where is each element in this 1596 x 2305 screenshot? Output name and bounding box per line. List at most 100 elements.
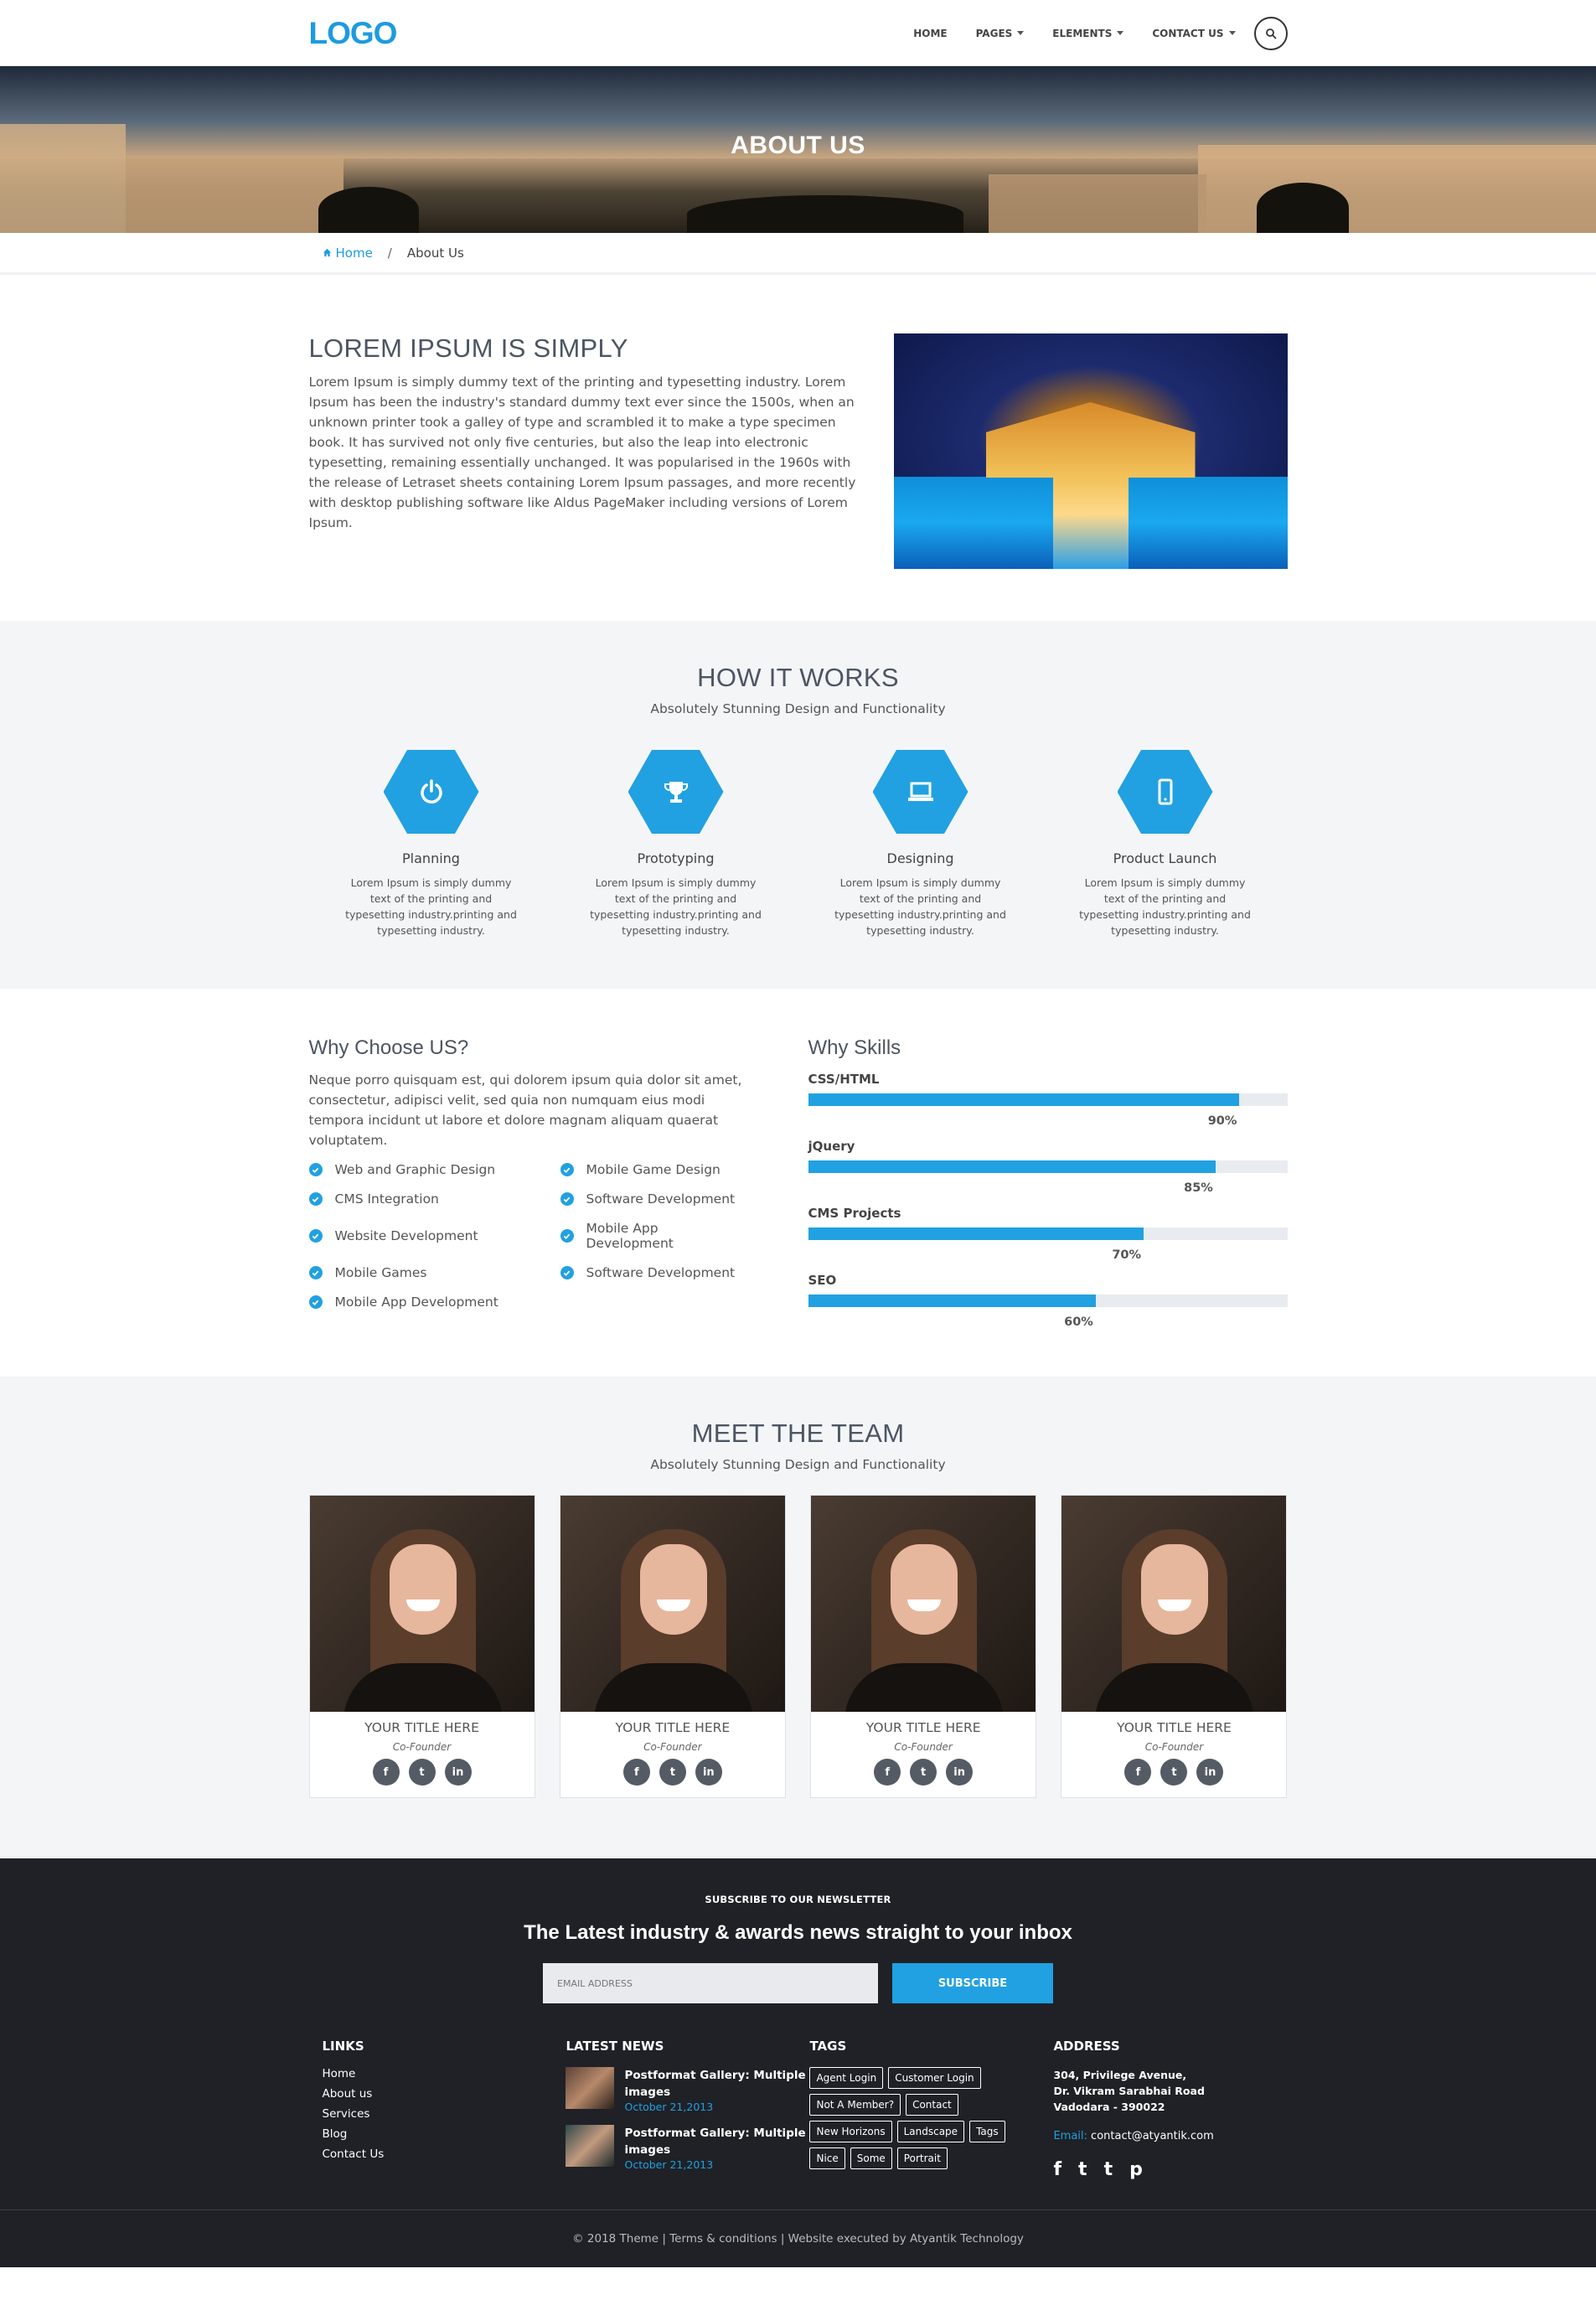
subscribe-button[interactable]: SUBSCRIBE xyxy=(892,1963,1053,2003)
facebook-icon[interactable]: f xyxy=(874,1759,901,1786)
address-block: 304, Privilege Avenue, Dr. Vikram Sarabh… xyxy=(1053,2067,1287,2115)
tag-button[interactable]: New Horizons xyxy=(809,2121,892,2142)
hero-palm xyxy=(318,187,419,233)
tag-button[interactable]: Customer Login xyxy=(888,2067,981,2089)
skills-block: Why Skills CSS/HTML 90% jQuery 85% CMS Proje… xyxy=(808,1036,1288,1331)
footer-links-title: LINKS xyxy=(322,2039,364,2054)
skill-percent-row: 85% xyxy=(808,1181,1288,1196)
tag-button[interactable]: Not A Member? xyxy=(809,2094,901,2116)
checklist-label: Web and Graphic Design xyxy=(334,1162,496,1177)
tag-button[interactable]: Some xyxy=(850,2147,892,2169)
pinterest-icon[interactable]: p xyxy=(1129,2159,1143,2180)
footer-link[interactable]: Blog xyxy=(323,2127,566,2141)
linkedin-icon[interactable]: in xyxy=(444,1759,472,1786)
checklist-item: Mobile App Development xyxy=(560,1221,749,1251)
checklist-label: Mobile App Development xyxy=(334,1295,498,1310)
nav-home[interactable]: HOME xyxy=(913,28,947,39)
skill-bar-fill xyxy=(808,1160,1216,1173)
resort-house xyxy=(985,402,1196,478)
newsletter-label: SUBSCRIBE TO OUR NEWSLETTER xyxy=(705,1894,891,1905)
feature-checklist: Web and Graphic Design Mobile Game Design… xyxy=(308,1162,749,1310)
photo-body xyxy=(593,1663,753,1712)
email-field[interactable] xyxy=(543,1963,878,2003)
footer-link[interactable]: Services xyxy=(323,2107,566,2121)
team-photo xyxy=(309,1496,535,1712)
linkedin-icon[interactable]: in xyxy=(1196,1759,1224,1786)
photo-body xyxy=(343,1663,503,1712)
tumblr-icon[interactable]: t xyxy=(1104,2159,1113,2180)
member-name: YOUR TITLE HERE xyxy=(364,1720,479,1735)
photo-face xyxy=(639,1544,707,1635)
nav-elements[interactable]: ELEMENTS xyxy=(1052,27,1124,39)
check-circle-icon xyxy=(560,1266,574,1279)
nav-home-label: HOME xyxy=(913,27,948,39)
tag-button[interactable]: Nice xyxy=(809,2147,845,2169)
member-role: Co-Founder xyxy=(643,1741,702,1753)
email-link[interactable]: contact@atyantik.com xyxy=(1091,2130,1214,2142)
chevron-down-icon xyxy=(1017,31,1025,35)
site-logo[interactable]: LOGO xyxy=(309,16,398,51)
member-name: YOUR TITLE HERE xyxy=(1117,1720,1232,1735)
tag-button[interactable]: Landscape xyxy=(896,2121,965,2142)
tag-button[interactable]: Contact xyxy=(906,2094,958,2116)
intro-paragraph: Lorem Ipsum is simply dummy text of the … xyxy=(308,375,856,530)
breadcrumb-separator: / xyxy=(387,245,392,261)
facebook-icon[interactable]: f xyxy=(372,1759,400,1786)
member-role: Co-Founder xyxy=(894,1741,953,1753)
step-product-launch: Product Launch Lorem Ipsum is simply dum… xyxy=(1043,750,1288,938)
member-name: YOUR TITLE HERE xyxy=(615,1720,731,1735)
chevron-down-icon xyxy=(1117,31,1124,35)
skill-name: SEO xyxy=(808,1273,837,1288)
checklist-item: Web and Graphic Design xyxy=(308,1162,560,1177)
facebook-icon[interactable]: f xyxy=(1124,1759,1152,1786)
twitter-icon[interactable]: t xyxy=(408,1759,436,1786)
member-social: f t in xyxy=(560,1759,785,1786)
how-title: HOW IT WORKS xyxy=(697,663,899,692)
skills-list: CSS/HTML 90% jQuery 85% CMS Projects 70% SEO 60… xyxy=(808,1072,1288,1331)
linkedin-icon[interactable]: in xyxy=(695,1759,722,1786)
step-planning: Planning Lorem Ipsum is simply dummy tex… xyxy=(309,750,554,938)
checklist-label: Mobile App Development xyxy=(586,1221,674,1251)
photo-face xyxy=(891,1544,958,1635)
check-circle-icon xyxy=(308,1266,323,1279)
team-subtitle: Absolutely Stunning Design and Functiona… xyxy=(650,1457,946,1472)
address-line: Vadodara - 390022 xyxy=(1053,2101,1165,2113)
nav-contact-label: CONTACT US xyxy=(1152,27,1224,39)
address-line: Dr. Vikram Sarabhai Road xyxy=(1053,2085,1205,2097)
tag-button[interactable]: Tags xyxy=(969,2121,1005,2142)
footer-link[interactable]: Home xyxy=(323,2067,566,2080)
linkedin-icon[interactable]: in xyxy=(946,1759,974,1786)
twitter-icon[interactable]: t xyxy=(910,1759,937,1786)
twitter-icon[interactable]: t xyxy=(1160,1759,1188,1786)
resort-image xyxy=(893,333,1288,569)
search-button[interactable] xyxy=(1253,16,1288,50)
step-prototyping: Prototyping Lorem Ipsum is simply dummy … xyxy=(554,750,798,938)
team-card: YOUR TITLE HERE Co-Founder f t in xyxy=(308,1495,535,1798)
step-hexagon xyxy=(628,750,724,834)
team-cards: YOUR TITLE HERE Co-Founder f t in YOUR TITLE … xyxy=(308,1495,1288,1798)
footer-link[interactable]: Contact Us xyxy=(323,2147,566,2161)
nav-elements-label: ELEMENTS xyxy=(1052,27,1113,39)
news-item[interactable]: Postformat Gallery: Multiple images Octo… xyxy=(566,2067,809,2113)
skill-bar-fill xyxy=(808,1093,1240,1106)
nav-contact[interactable]: CONTACT US xyxy=(1152,27,1236,39)
footer-tags-column: TAGS Agent Login Customer Login Not A Memb… xyxy=(809,2039,1053,2183)
skill-bar-fill xyxy=(808,1295,1096,1307)
facebook-icon[interactable]: f xyxy=(1053,2159,1061,2180)
twitter-icon[interactable]: t xyxy=(1078,2159,1087,2180)
nav-pages[interactable]: PAGES xyxy=(976,28,1025,39)
footer-link[interactable]: About us xyxy=(323,2087,566,2101)
news-item[interactable]: Postformat Gallery: Multiple images Octo… xyxy=(566,2125,809,2171)
member-role: Co-Founder xyxy=(1144,1741,1204,1753)
newsletter-form: SUBSCRIBE xyxy=(309,1963,1288,2003)
breadcrumb-home-link[interactable]: Home xyxy=(323,245,373,261)
home-icon xyxy=(323,248,331,257)
check-circle-icon xyxy=(308,1192,323,1206)
why-paragraph: Neque porro quisquam est, qui dolorem ip… xyxy=(308,1072,742,1148)
twitter-icon[interactable]: t xyxy=(659,1759,686,1786)
check-circle-icon xyxy=(308,1229,323,1243)
facebook-icon[interactable]: f xyxy=(622,1759,650,1786)
tag-button[interactable]: Portrait xyxy=(896,2147,948,2169)
tag-button[interactable]: Agent Login xyxy=(809,2067,884,2089)
step-text: Lorem Ipsum is simply dummy text of the … xyxy=(345,876,517,937)
